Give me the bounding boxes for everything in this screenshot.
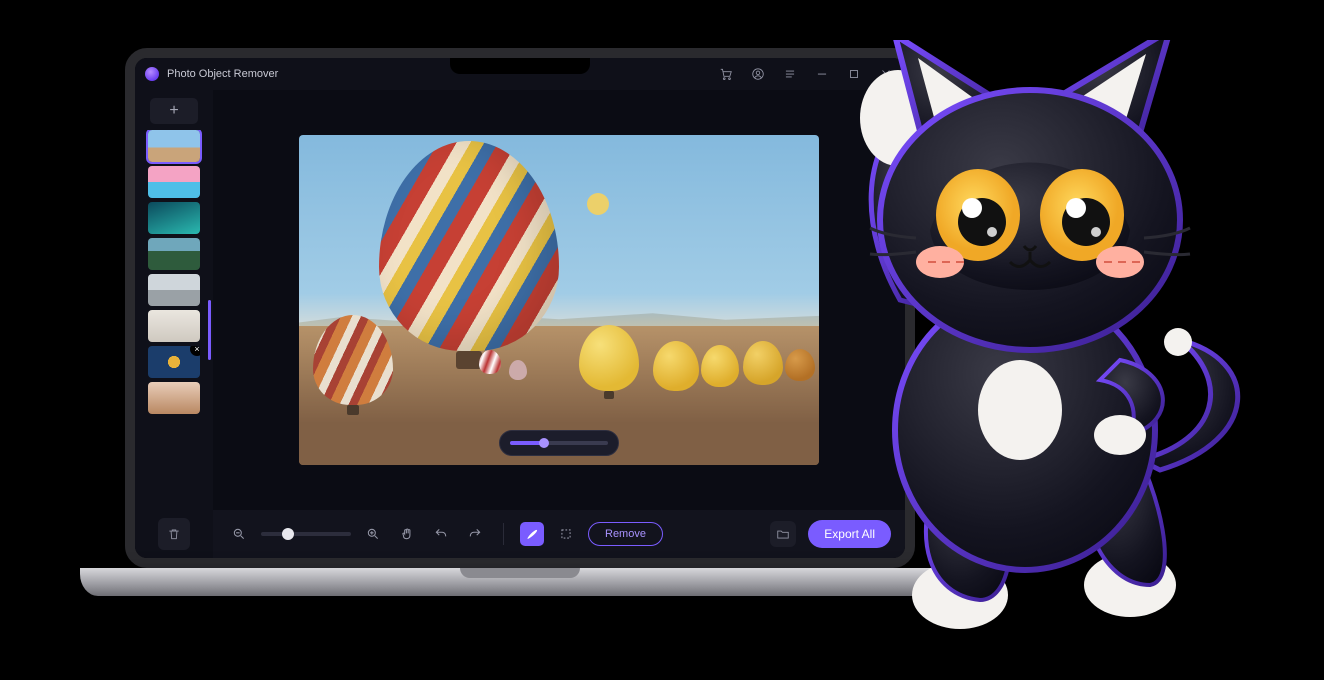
menu-icon[interactable] [781,65,799,83]
brush-size-slider[interactable] [510,441,608,445]
scene-balloon-tiny [509,360,527,380]
thumbnail-item[interactable] [148,238,200,270]
laptop-hinge-cut [460,568,580,578]
main-panel: Remove Export All [213,90,905,558]
thumbnail-item[interactable] [148,202,200,234]
app-window: Photo Object Remover [135,58,905,558]
brush-size-thumb[interactable] [539,438,549,448]
thumbnail-item[interactable] [148,166,200,198]
image-canvas[interactable] [299,135,819,465]
app-logo-icon [145,67,159,81]
zoom-slider-thumb[interactable] [282,528,294,540]
scene-balloon [785,349,815,381]
zoom-out-icon[interactable] [227,522,251,546]
app-title: Photo Object Remover [167,68,278,80]
thumbnail-item[interactable] [148,382,200,414]
thumbnail-item[interactable] [148,310,200,342]
scene-balloon-main [379,141,559,351]
content-area: + × [135,90,905,558]
zoom-in-icon[interactable] [361,522,385,546]
remove-button-label: Remove [605,528,646,540]
thumbnail-item[interactable]: × [148,346,200,378]
laptop-screen: Photo Object Remover [125,48,915,568]
thumbnail-item[interactable] [148,130,200,162]
redo-icon[interactable] [463,522,487,546]
sidebar-scrollbar[interactable] [208,300,211,360]
remove-thumb-icon[interactable]: × [190,346,200,356]
cart-icon[interactable] [717,65,735,83]
zoom-slider[interactable] [261,532,351,536]
delete-button[interactable] [158,518,190,550]
scene-sun [587,193,609,215]
toolbar-separator [503,523,504,545]
laptop-notch [450,58,590,74]
undo-icon[interactable] [429,522,453,546]
mascot-cat [820,40,1250,650]
hand-icon[interactable] [395,522,419,546]
thumbnail-sidebar: + × [135,90,213,558]
brush-size-popover [499,430,619,456]
scene-balloon [701,345,739,387]
user-icon[interactable] [749,65,767,83]
plus-icon: + [169,102,178,120]
rectangle-select-icon[interactable] [554,522,578,546]
thumbnail-item[interactable] [148,274,200,306]
add-image-button[interactable]: + [150,98,198,124]
open-folder-button[interactable] [770,521,796,547]
brush-tool-icon[interactable] [520,522,544,546]
scene-balloon-tiny [479,350,501,374]
canvas-area [213,90,905,510]
bottom-toolbar: Remove Export All [213,510,905,558]
thumbnail-list[interactable]: × [135,130,213,512]
remove-button[interactable]: Remove [588,522,663,546]
scene-balloon [743,341,783,385]
